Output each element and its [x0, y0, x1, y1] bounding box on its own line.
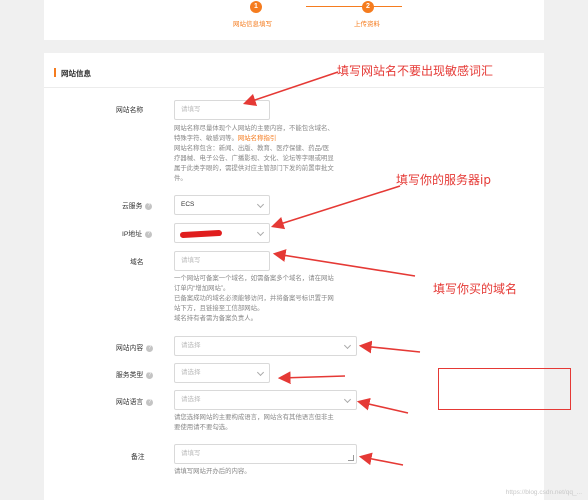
arrow-site-content — [358, 340, 421, 354]
watermark: https://blog.csdn.net/qq_... — [505, 489, 582, 496]
arrow-site-language — [356, 397, 409, 414]
annotation-arrows — [242, 71, 421, 466]
arrow-domain — [272, 249, 416, 277]
arrow-site-name — [242, 71, 339, 106]
arrow-ip — [270, 185, 401, 230]
arrow-service-type — [277, 371, 346, 385]
arrow-remarks — [358, 452, 404, 466]
